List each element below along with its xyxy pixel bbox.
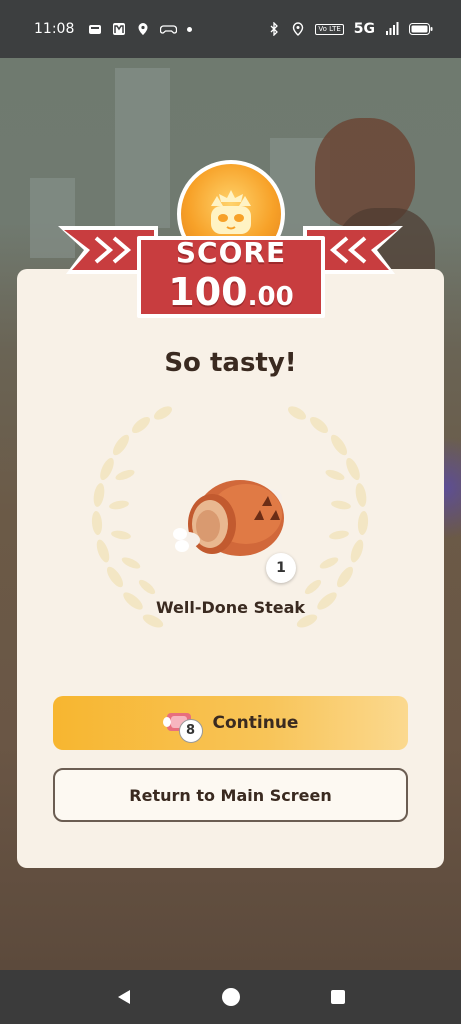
meat-ticket-icon: 8 [162, 703, 203, 743]
background-building [115, 68, 170, 228]
score-decimal: .00 [247, 282, 294, 312]
score-label: SCORE [175, 236, 287, 269]
result-title: So tasty! [164, 348, 297, 378]
status-time: 11:08 [34, 21, 75, 37]
continue-label: Continue [212, 713, 299, 733]
location-icon [138, 23, 148, 35]
battery-icon [409, 23, 433, 35]
steak-icon [173, 480, 284, 556]
return-to-main-button[interactable]: Return to Main Screen [53, 768, 408, 822]
navigation-bar [0, 970, 461, 1024]
status-left: 11:08 [34, 21, 193, 37]
status-bar: 11:08 Vo LTE 5G [0, 0, 461, 58]
notification-dot-icon [187, 26, 193, 32]
score-integer: 100 [168, 270, 248, 314]
gamepad-icon [160, 25, 178, 34]
volte-icon: Vo LTE [315, 23, 344, 35]
continue-button[interactable]: 8 Continue [53, 696, 408, 750]
wallet-icon [89, 25, 102, 34]
bluetooth-icon [270, 22, 279, 36]
continue-cost: 8 [178, 719, 203, 743]
location-icon [293, 22, 304, 36]
score-box: SCORE 100.00 [137, 236, 325, 318]
score-value: 100.00 [141, 270, 321, 314]
recents-square-icon[interactable] [326, 985, 350, 1009]
return-label: Return to Main Screen [129, 785, 332, 805]
cat-face-icon [211, 190, 251, 234]
item-name: Well-Done Steak [155, 598, 306, 617]
status-right: Vo LTE 5G [267, 21, 433, 37]
home-circle-icon[interactable] [219, 985, 243, 1009]
m-app-icon [113, 23, 126, 35]
item-count-badge: 1 [266, 553, 296, 583]
back-triangle-icon[interactable] [112, 985, 136, 1009]
network-type: 5G [353, 21, 375, 37]
signal-icon [386, 22, 399, 35]
